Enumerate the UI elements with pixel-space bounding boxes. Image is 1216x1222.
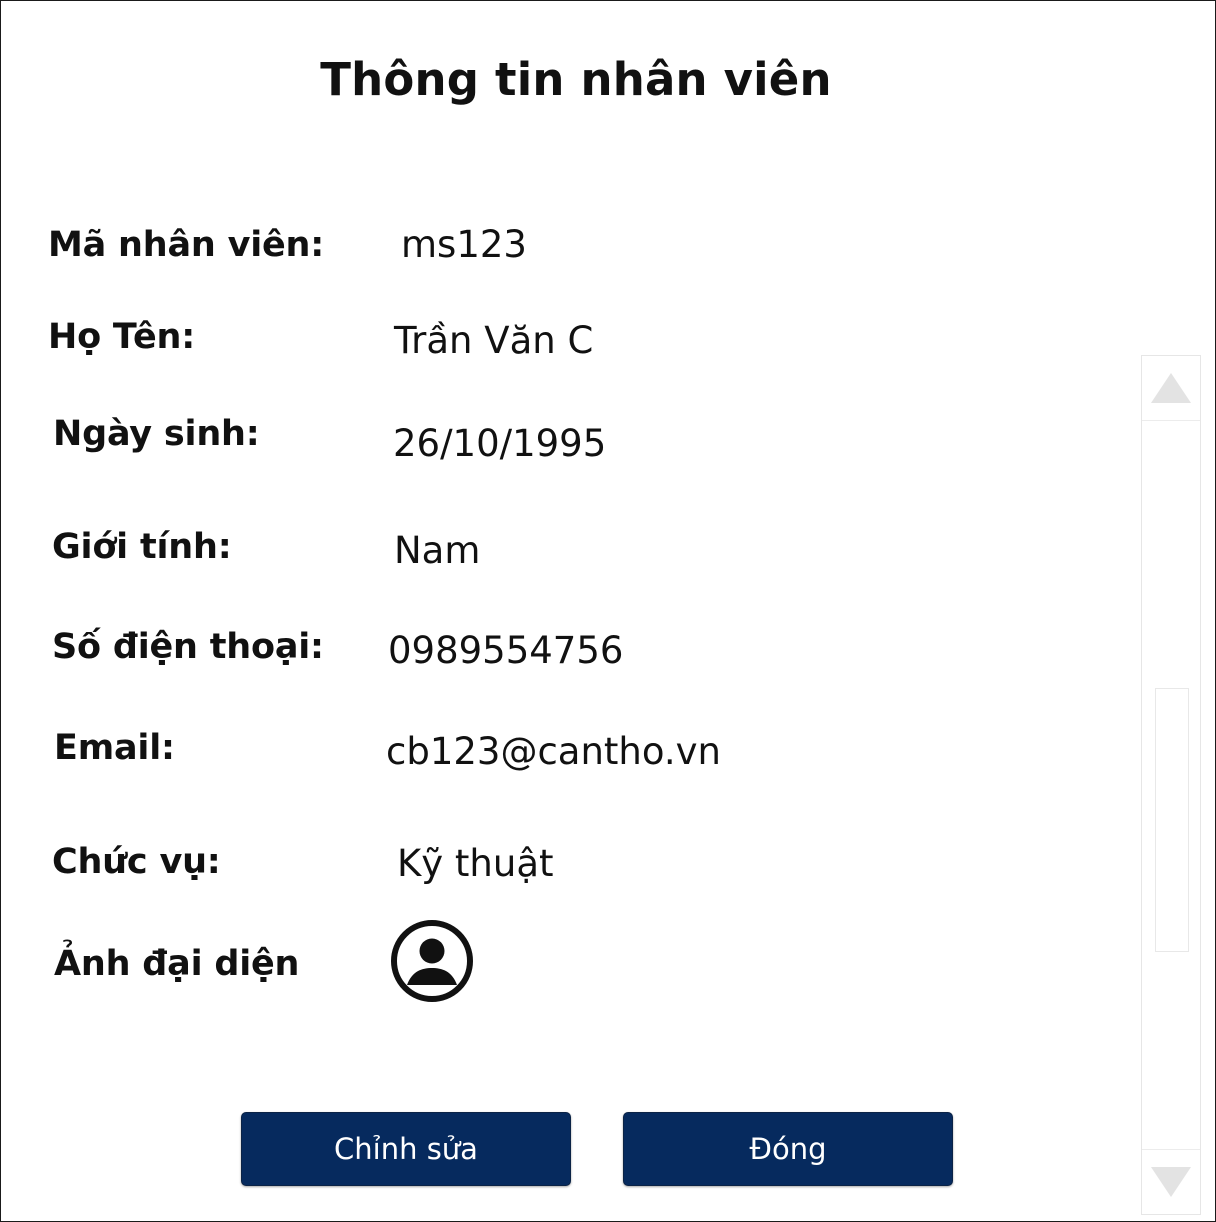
full-name-label: Họ Tên: [48,317,196,357]
scroll-up-button[interactable] [1142,356,1200,421]
email-label: Email: [54,728,175,768]
employee-info-dialog: Thông tin nhân viên Mã nhân viên: ms123 … [0,0,1216,1222]
gender-value: Nam [394,529,481,572]
triangle-down-icon [1151,1167,1191,1197]
gender-label: Giới tính: [52,527,232,567]
close-button[interactable]: Đóng [623,1112,953,1186]
position-value: Kỹ thuật [397,842,554,885]
position-label: Chức vụ: [52,842,221,882]
phone-value: 0989554756 [388,629,624,672]
dialog-title: Thông tin nhân viên [320,53,832,106]
employee-id-value: ms123 [401,223,527,266]
phone-label: Số điện thoại: [52,627,324,667]
birth-date-value: 26/10/1995 [393,422,607,465]
triangle-up-icon [1151,373,1191,403]
edit-button[interactable]: Chỉnh sửa [241,1112,571,1186]
scroll-thumb[interactable] [1155,688,1189,952]
vertical-scrollbar[interactable] [1141,355,1201,1215]
user-circle-icon [390,919,474,1003]
employee-id-label: Mã nhân viên: [48,225,325,265]
email-value: cb123@cantho.vn [386,730,721,773]
scroll-down-button[interactable] [1142,1149,1200,1214]
birth-date-label: Ngày sinh: [53,414,260,454]
full-name-value: Trần Văn C [394,319,594,362]
avatar-label: Ảnh đại diện [54,944,300,984]
